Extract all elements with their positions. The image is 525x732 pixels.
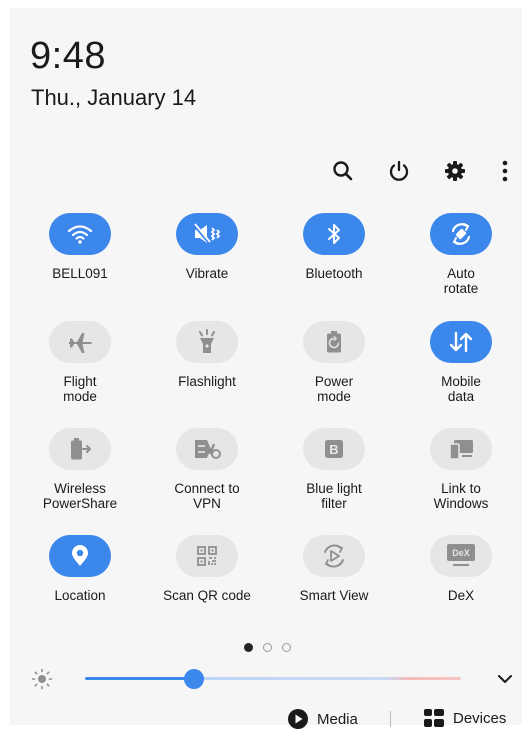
mobile-data-icon xyxy=(430,321,492,363)
battery-icon xyxy=(303,321,365,363)
brightness-control xyxy=(30,663,520,693)
page-dot[interactable] xyxy=(263,643,272,652)
tile-auto-rotate[interactable]: Auto rotate xyxy=(401,213,521,296)
tile-wifi[interactable]: BELL091 xyxy=(20,213,140,281)
page-dot[interactable] xyxy=(282,643,291,652)
chevron-down-icon[interactable] xyxy=(496,671,514,687)
tile-label: Vibrate xyxy=(185,266,229,281)
tile-location[interactable]: Location xyxy=(20,535,140,603)
tile-label: Smart View xyxy=(299,588,369,603)
smart-view-icon xyxy=(303,535,365,577)
tile-label: Blue light filter xyxy=(306,481,362,511)
tile-label: BELL091 xyxy=(52,266,108,281)
location-icon xyxy=(49,535,111,577)
tile-label: Power mode xyxy=(314,374,354,404)
devices-button[interactable]: Devices xyxy=(423,708,506,728)
tile-blue-light-filter[interactable]: B Blue light filter xyxy=(274,428,394,511)
tile-wireless-powershare[interactable]: Wireless PowerShare xyxy=(20,428,140,511)
sun-icon xyxy=(30,667,54,691)
tile-power-mode[interactable]: Power mode xyxy=(274,321,394,404)
tile-link-to-windows[interactable]: Link to Windows xyxy=(401,428,521,511)
search-icon[interactable] xyxy=(330,158,356,184)
tile-label: Wireless PowerShare xyxy=(42,481,118,511)
gear-icon[interactable] xyxy=(442,158,468,184)
tile-flashlight[interactable]: Flashlight xyxy=(147,321,267,389)
bottom-bar: Media Devices xyxy=(10,708,522,732)
clock-time: 9:48 xyxy=(30,35,106,77)
devices-icon xyxy=(424,709,444,727)
svg-text:B: B xyxy=(329,442,338,457)
tile-label: Connect to VPN xyxy=(174,481,240,511)
tile-scan-qr-code[interactable]: Scan QR code xyxy=(147,535,267,603)
powershare-icon xyxy=(49,428,111,470)
tile-label: Bluetooth xyxy=(305,266,363,281)
tile-flight-mode[interactable]: Flight mode xyxy=(20,321,140,404)
blue-light-icon: B xyxy=(303,428,365,470)
devices-label: Devices xyxy=(453,709,507,727)
power-icon[interactable] xyxy=(386,158,412,184)
quick-panel: 9:48 Thu., January 14 BELL091 Vibrate Bl… xyxy=(10,8,522,729)
media-button[interactable]: Media xyxy=(287,708,358,730)
qr-code-icon xyxy=(176,535,238,577)
tile-label: DeX xyxy=(447,588,475,603)
tile-label: Flashlight xyxy=(178,374,236,389)
vpn-icon xyxy=(176,428,238,470)
tile-label: Mobile data xyxy=(441,374,481,404)
brightness-slider-track[interactable] xyxy=(85,677,461,680)
tile-label: Location xyxy=(54,588,106,603)
tile-vpn[interactable]: Connect to VPN xyxy=(147,428,267,511)
auto-rotate-icon xyxy=(430,213,492,255)
tile-label: Auto rotate xyxy=(443,266,479,296)
brightness-slider-thumb[interactable] xyxy=(184,669,205,689)
page-indicator xyxy=(244,643,291,652)
flashlight-icon xyxy=(176,321,238,363)
wifi-icon xyxy=(49,213,111,255)
tile-smart-view[interactable]: Smart View xyxy=(274,535,394,603)
dex-badge: DeX xyxy=(447,544,475,561)
airplane-icon xyxy=(49,321,111,363)
tile-label: Scan QR code xyxy=(163,588,251,603)
bluetooth-icon xyxy=(303,213,365,255)
tile-bluetooth[interactable]: Bluetooth xyxy=(274,213,394,281)
dex-icon: DeX xyxy=(430,535,492,577)
play-icon xyxy=(288,709,308,729)
page-dot-active[interactable] xyxy=(244,643,253,652)
tile-label: Link to Windows xyxy=(433,481,489,511)
clock-date: Thu., January 14 xyxy=(31,85,197,110)
tile-vibrate[interactable]: Vibrate xyxy=(147,213,267,281)
tile-dex[interactable]: DeX DeX xyxy=(401,535,521,603)
link-windows-icon xyxy=(430,428,492,470)
more-vertical-icon[interactable] xyxy=(498,158,512,184)
dex-monitor: DeX xyxy=(447,544,475,568)
tile-label: Flight mode xyxy=(63,374,97,404)
tile-mobile-data[interactable]: Mobile data xyxy=(401,321,521,404)
vibrate-icon xyxy=(176,213,238,255)
